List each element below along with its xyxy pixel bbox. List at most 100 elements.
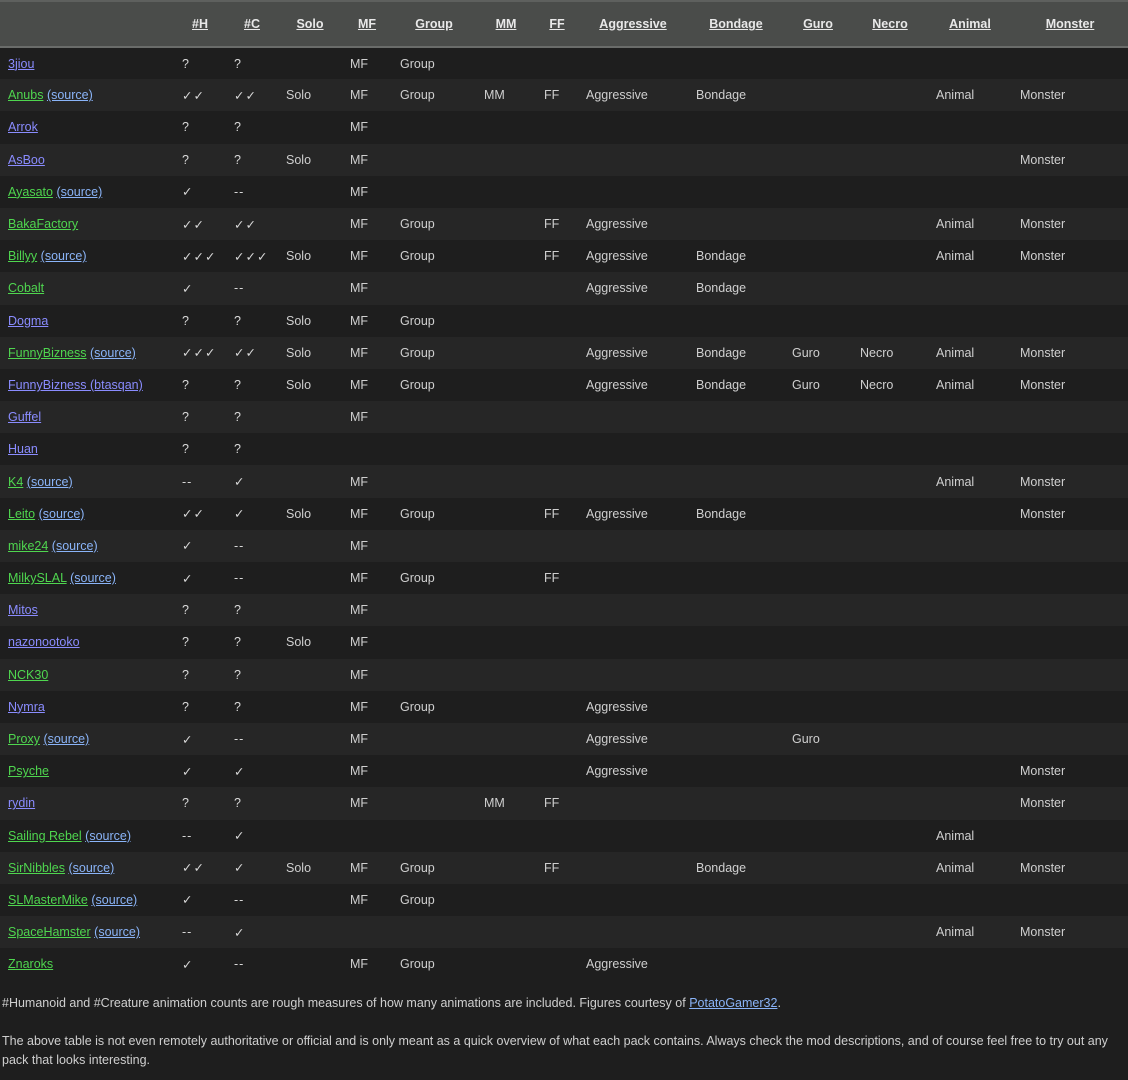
cell-mm [476,401,536,433]
header-animal[interactable]: Animal [928,1,1012,47]
mod-link[interactable]: Sailing Rebel [8,829,82,843]
mod-link[interactable]: SLMasterMike [8,893,88,907]
cell-mf: MF [350,345,369,360]
cell-h: ? [182,313,190,328]
cell-group: Group [400,860,435,875]
cell-necro [852,659,928,691]
source-link[interactable]: (source) [70,571,116,585]
cell-aggressive [578,659,688,691]
cell-animal: Animal [936,925,975,940]
mod-link[interactable]: Billyy [8,249,37,263]
cell-monster: Monster [1020,925,1066,940]
mod-link[interactable]: NCK30 [8,668,48,682]
mod-link[interactable]: Nymra [8,700,45,714]
cell-h: ? [182,603,190,618]
mod-link[interactable]: MilkySLAL [8,571,67,585]
header-mm[interactable]: MM [476,1,536,47]
mod-link[interactable]: Mitos [8,603,38,617]
cell-solo [278,594,342,626]
source-link[interactable]: (source) [41,249,87,263]
mod-link[interactable]: SpaceHamster [8,925,91,939]
cell-h: ? [182,699,190,714]
source-link[interactable]: (source) [39,507,85,521]
mod-link[interactable]: Leito [8,507,35,521]
cell-guro [784,562,852,594]
source-link[interactable]: (source) [43,732,89,746]
header-solo[interactable]: Solo [278,1,342,47]
cell-solo: Solo [286,635,312,650]
cell-mod-name: Leito (source) [0,498,174,530]
source-link[interactable]: (source) [85,829,131,843]
potatogamer32-link[interactable]: PotatoGamer32 [689,996,777,1010]
mod-link[interactable]: AsBoo [8,153,45,167]
cell-group [392,659,476,691]
source-link[interactable]: (source) [52,539,98,553]
mod-link[interactable]: SirNibbles [8,861,65,875]
source-link[interactable]: (source) [27,475,73,489]
cell-c: ? [234,152,242,167]
cell-mm [476,208,536,240]
mod-link[interactable]: Proxy [8,732,40,746]
header-mf[interactable]: MF [342,1,392,47]
cell-guro [784,401,852,433]
table-row: nazonootoko?? Solo MF [0,626,1128,659]
cell-c: ✓✓ [234,346,257,361]
cell-aggressive: Aggressive [586,957,648,972]
cell-monster [1012,691,1128,723]
cell-necro [852,240,928,272]
cell-solo [278,948,342,980]
header-ff[interactable]: FF [536,1,578,47]
cell-mf [342,916,392,948]
mod-link[interactable]: nazonootoko [8,635,80,649]
cell-monster [1012,594,1128,626]
source-link[interactable]: (source) [56,185,102,199]
mod-link[interactable]: Psyche [8,764,49,778]
header-h[interactable]: #H [174,1,226,47]
mod-link[interactable]: Ayasato [8,185,53,199]
cell-c: ? [234,410,242,425]
mod-link[interactable]: 3jiou [8,57,34,71]
header-necro[interactable]: Necro [852,1,928,47]
cell-mf: MF [350,892,369,907]
mod-link[interactable]: Arrok [8,120,38,134]
header-c[interactable]: #C [226,1,278,47]
mod-link[interactable]: mike24 [8,539,48,553]
mod-link[interactable]: K4 [8,475,23,489]
mod-link[interactable]: FunnyBizness [8,346,87,360]
cell-guro [784,208,852,240]
cell-mm [476,562,536,594]
source-link[interactable]: (source) [47,88,93,102]
header-aggressive[interactable]: Aggressive [578,1,688,47]
mod-link[interactable]: FunnyBizness (btasqan) [8,378,143,392]
header-guro[interactable]: Guro [784,1,852,47]
notes-section: #Humanoid and #Creature animation counts… [0,980,1128,1070]
mod-link[interactable]: Dogma [8,314,48,328]
cell-solo: Solo [286,152,312,167]
cell-bondage [688,47,784,79]
cell-monster: Monster [1020,377,1066,392]
cell-ff [536,530,578,562]
cell-mod-name: Dogma [0,305,174,337]
cell-aggressive [578,305,688,337]
header-monster[interactable]: Monster [1012,1,1128,47]
mod-link[interactable]: Huan [8,442,38,456]
cell-mm [476,111,536,143]
source-link[interactable]: (source) [68,861,114,875]
cell-aggressive [578,465,688,497]
mod-link[interactable]: Guffel [8,410,41,424]
source-link[interactable]: (source) [90,346,136,360]
cell-bondage: Bondage [696,860,747,875]
cell-solo [278,272,342,304]
cell-h: ✓ [182,571,194,586]
cell-solo: Solo [286,345,312,360]
header-bondage[interactable]: Bondage [688,1,784,47]
mod-link[interactable]: BakaFactory [8,217,78,231]
mod-link[interactable]: Znaroks [8,957,53,971]
source-link[interactable]: (source) [94,925,140,939]
header-group[interactable]: Group [392,1,476,47]
mod-link[interactable]: Anubs [8,88,43,102]
mod-link[interactable]: rydin [8,796,35,810]
cell-bondage: Bondage [696,377,747,392]
mod-link[interactable]: Cobalt [8,281,44,295]
source-link[interactable]: (source) [91,893,137,907]
